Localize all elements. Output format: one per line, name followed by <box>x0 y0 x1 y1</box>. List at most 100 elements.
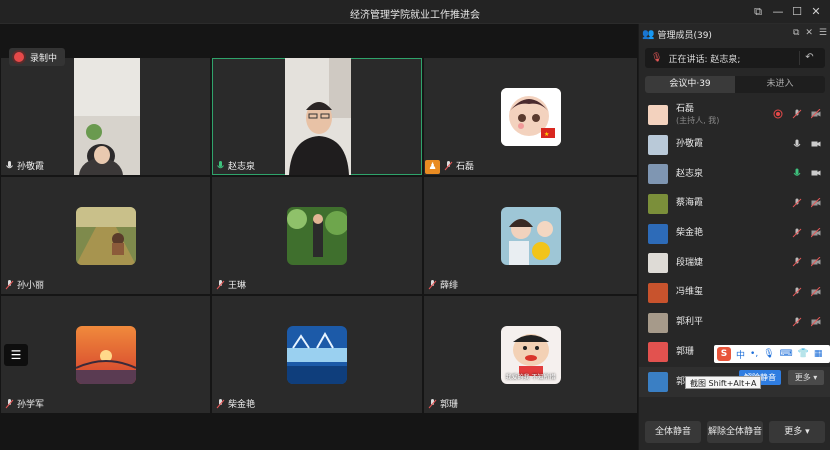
more-button[interactable]: 更多 ▾ <box>769 421 825 443</box>
participant-name: 孙小丽 <box>17 281 45 291</box>
list-menu-icon[interactable]: ☰ <box>4 344 28 366</box>
video-tile[interactable]: 柴金艳 <box>212 296 422 413</box>
camera-icon[interactable] <box>811 139 821 149</box>
participant-name: 孙敬霞 <box>17 162 45 172</box>
participant-name: 郭珊 <box>440 400 459 410</box>
camera-off-icon[interactable] <box>811 227 821 238</box>
member-name: 蔡海霞 <box>676 198 704 209</box>
mic-muted-icon[interactable] <box>792 317 802 327</box>
record-icon <box>14 52 24 62</box>
ime-toolbar[interactable]: S 中 •, 🎙 ⌨ 👕 ▦ <box>714 345 830 363</box>
member-name: 柴金艳 <box>676 228 704 239</box>
member-row[interactable]: 段瑞婕 <box>639 248 830 278</box>
member-name: 赵志泉 <box>676 168 704 179</box>
mute-all-button[interactable]: 全体静音 <box>645 421 701 443</box>
member-role: (主持人, 我) <box>676 115 720 125</box>
participant-name-tag: 薛绯 <box>428 278 458 291</box>
participant-avatar <box>75 206 136 265</box>
participant-name-tag: 郭珊 <box>428 397 458 410</box>
voice-icon[interactable]: 🎙 <box>763 349 774 359</box>
mic-muted-icon <box>216 398 225 409</box>
camera-off-icon[interactable] <box>811 109 821 119</box>
camera-icon[interactable] <box>811 168 821 178</box>
video-tile-active-speaker[interactable]: 赵志泉 <box>212 58 422 175</box>
panel-header: 👥 管理成员(39) ⧉ ✕ ☰ <box>639 24 830 44</box>
participant-name-tag: 赵志泉 <box>216 159 255 172</box>
avatar <box>648 164 668 185</box>
participant-name: 王琳 <box>228 281 247 291</box>
toolbox-icon[interactable]: ▦ <box>814 349 823 359</box>
member-row-host[interactable]: 石磊 (主持人, 我) <box>639 100 830 130</box>
video-tile[interactable]: ★ 石磊 <box>424 58 637 175</box>
recording-indicator[interactable]: 录制中 <box>9 48 66 66</box>
mic-muted-icon <box>5 398 14 409</box>
participant-name-tag: 王琳 <box>216 278 246 291</box>
avatar <box>648 193 668 214</box>
keyboard-icon[interactable]: ⌨ <box>780 349 793 359</box>
member-row[interactable]: 赵志泉 <box>639 159 830 189</box>
camera-off-icon[interactable] <box>811 198 821 208</box>
video-tile[interactable]: 我爱的我 不知所措 郭珊 <box>424 296 637 413</box>
unmute-all-button[interactable]: 解除全体静音 <box>707 421 763 443</box>
video-tile[interactable]: 孙敬霞 <box>1 58 210 175</box>
member-row[interactable]: 孙敬霞 <box>639 130 830 160</box>
participant-name: 石磊 <box>456 162 475 172</box>
maximize-button[interactable]: ☐ <box>789 4 805 20</box>
participant-name: 薛绯 <box>440 281 459 291</box>
camera-off-icon[interactable] <box>811 287 821 297</box>
window-title: 经济管理学院就业工作推进会 <box>350 10 480 21</box>
participant-name: 孙学军 <box>17 400 45 410</box>
pin-icon[interactable]: ⧉ <box>750 4 766 20</box>
minimize-button[interactable]: — <box>770 4 786 20</box>
mic-muted-icon[interactable] <box>792 109 802 119</box>
video-tile[interactable]: 薛绯 <box>424 177 637 294</box>
member-name: 孙敬霞 <box>676 139 704 150</box>
camera-off-icon[interactable] <box>811 257 821 267</box>
member-row[interactable]: 冯维玺 <box>639 278 830 308</box>
video-tile[interactable]: 孙小丽 <box>1 177 210 294</box>
punctuation-icon[interactable]: •, <box>750 349 758 359</box>
mic-muted-icon[interactable] <box>792 198 802 208</box>
mic-muted-icon[interactable] <box>792 228 802 238</box>
video-tile[interactable]: 王琳 <box>212 177 422 294</box>
mic-muted-icon <box>216 279 225 290</box>
mic-muted-icon <box>444 160 453 171</box>
participant-name-tag: 柴金艳 <box>216 397 255 410</box>
tab-not-joined[interactable]: 未进入 <box>735 76 825 93</box>
member-row[interactable]: 蔡海霞 <box>639 189 830 219</box>
participant-name-tag: 孙学军 <box>5 397 44 410</box>
member-row[interactable]: 郭利平 <box>639 308 830 338</box>
mic-muted-icon[interactable] <box>792 287 802 297</box>
participant-name: 赵志泉 <box>228 162 256 172</box>
participant-name-tag: 孙敬霞 <box>5 159 44 172</box>
panel-footer: 全体静音 解除全体静音 更多 ▾ <box>639 414 830 450</box>
mic-active-icon[interactable] <box>792 168 802 178</box>
avatar <box>648 253 668 274</box>
sogou-logo-icon: S <box>717 347 731 361</box>
avatar <box>648 372 668 393</box>
video-tile[interactable]: 孙学军 <box>1 296 210 413</box>
back-icon[interactable]: ↶ <box>799 51 819 65</box>
participant-avatar <box>75 325 136 384</box>
close-button[interactable]: ✕ <box>808 4 824 20</box>
mic-muted-icon[interactable] <box>792 257 802 267</box>
title-bar: 经济管理学院就业工作推进会 ⧉ — ☐ ✕ <box>0 0 830 24</box>
participant-name-tag: 孙小丽 <box>5 278 44 291</box>
speaking-indicator: 🎙 正在讲话: 赵志泉; ↶ <box>645 48 825 68</box>
mic-icon[interactable] <box>792 139 802 149</box>
panel-menu-icon[interactable]: ☰ <box>819 28 827 38</box>
participant-name-tag: 石磊 <box>444 159 474 172</box>
avatar <box>648 342 668 363</box>
tab-in-meeting[interactable]: 会议中·39 <box>645 76 735 93</box>
popout-icon[interactable]: ⧉ <box>793 28 799 38</box>
participant-avatar <box>287 325 347 384</box>
member-row[interactable]: 柴金艳 <box>639 219 830 249</box>
ime-language[interactable]: 中 <box>736 348 745 361</box>
avatar <box>648 223 668 244</box>
panel-close-icon[interactable]: ✕ <box>805 28 813 38</box>
skin-icon[interactable]: 👕 <box>798 349 809 359</box>
camera-off-icon[interactable] <box>811 316 821 327</box>
member-more-button[interactable]: 更多 ▾ <box>788 370 824 385</box>
speaking-text: 正在讲话: 赵志泉; <box>668 54 741 65</box>
member-name: 段瑞婕 <box>676 257 704 268</box>
